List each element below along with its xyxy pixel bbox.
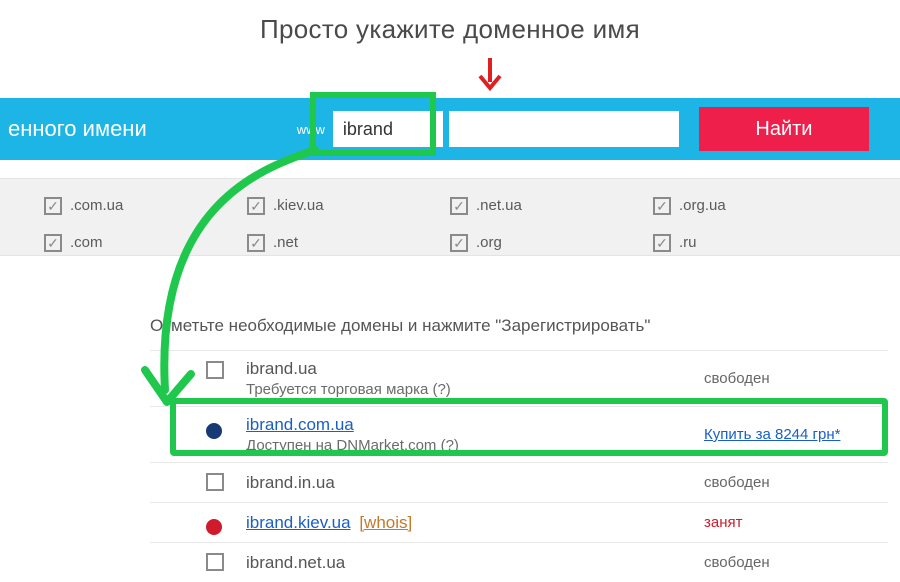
tld-label: .kiev.ua: [273, 197, 324, 214]
row-checkbox[interactable]: [206, 553, 224, 571]
page-caption: Просто укажите доменное имя: [0, 14, 900, 45]
domain-name: ibrand.in.ua: [246, 473, 335, 492]
checkbox-icon: ✓: [44, 234, 62, 252]
results-caption: Отметьте необходимые домены и нажмите "З…: [150, 316, 888, 336]
result-row: ibrand.ua Требуется торговая марка (?) с…: [150, 350, 888, 406]
result-row: ibrand.kiev.ua [whois] занят: [150, 502, 888, 542]
search-button[interactable]: Найти: [699, 107, 869, 151]
checkbox-icon: ✓: [450, 234, 468, 252]
domain-link[interactable]: ibrand.com.ua: [246, 415, 354, 434]
tld-option-com[interactable]: ✓ .com: [44, 230, 247, 255]
domain-status: свободен: [704, 474, 884, 491]
row-checkbox[interactable]: [206, 473, 224, 491]
tld-label: .net.ua: [476, 197, 522, 214]
checkbox-icon: ✓: [44, 197, 62, 215]
domain-status: свободен: [704, 370, 884, 387]
www-label: www: [297, 122, 325, 137]
domain-link[interactable]: ibrand.kiev.ua: [246, 513, 351, 532]
result-row: ibrand.net.ua свободен: [150, 542, 888, 582]
tld-option-com-ua[interactable]: ✓ .com.ua: [44, 193, 247, 218]
tld-option-net-ua[interactable]: ✓ .net.ua: [450, 193, 653, 218]
domain-status: занят: [704, 514, 884, 531]
arrow-down-icon: [470, 54, 510, 94]
tld-label: .com.ua: [70, 197, 123, 214]
checkbox-icon: ✓: [653, 234, 671, 252]
result-row: ibrand.in.ua свободен: [150, 462, 888, 502]
checkbox-icon: ✓: [450, 197, 468, 215]
domain-input[interactable]: [333, 111, 443, 147]
row-checkbox[interactable]: [206, 361, 224, 379]
domain-input-extra[interactable]: [449, 111, 679, 147]
domain-note: Доступен на DNMarket.com (?): [246, 437, 704, 454]
domain-status: свободен: [704, 554, 884, 571]
checkbox-icon: ✓: [247, 234, 265, 252]
tld-option-ru[interactable]: ✓ .ru: [653, 230, 856, 255]
tld-option-net[interactable]: ✓ .net: [247, 230, 450, 255]
tld-panel: ✓ .com.ua ✓ .kiev.ua ✓ .net.ua ✓ .org.ua ✓ .c…: [0, 178, 900, 256]
tld-label: .net: [273, 234, 298, 251]
result-row: ibrand.com.ua Доступен на DNMarket.com (…: [150, 406, 888, 462]
checkbox-icon: ✓: [653, 197, 671, 215]
search-title-partial: енного имени: [8, 116, 147, 142]
domain-name: ibrand.net.ua: [246, 553, 345, 572]
tld-option-org-ua[interactable]: ✓ .org.ua: [653, 193, 856, 218]
buy-link[interactable]: Купить за 8244 грн*: [704, 426, 884, 443]
tld-label: .org: [476, 234, 502, 251]
tld-label: .org.ua: [679, 197, 726, 214]
tld-option-org[interactable]: ✓ .org: [450, 230, 653, 255]
checkbox-icon: ✓: [247, 197, 265, 215]
domain-note: Требуется торговая марка (?): [246, 381, 704, 398]
tld-label: .ru: [679, 234, 697, 251]
tld-label: .com: [70, 234, 103, 251]
search-bar: енного имени www Найти: [0, 98, 900, 160]
results-panel: Отметьте необходимые домены и нажмите "З…: [150, 316, 888, 582]
whois-link[interactable]: [whois]: [359, 513, 412, 532]
tld-option-kiev-ua[interactable]: ✓ .kiev.ua: [247, 193, 450, 218]
domain-name: ibrand.ua: [246, 359, 317, 378]
dot-icon: [206, 519, 222, 535]
dot-icon: [206, 423, 222, 439]
